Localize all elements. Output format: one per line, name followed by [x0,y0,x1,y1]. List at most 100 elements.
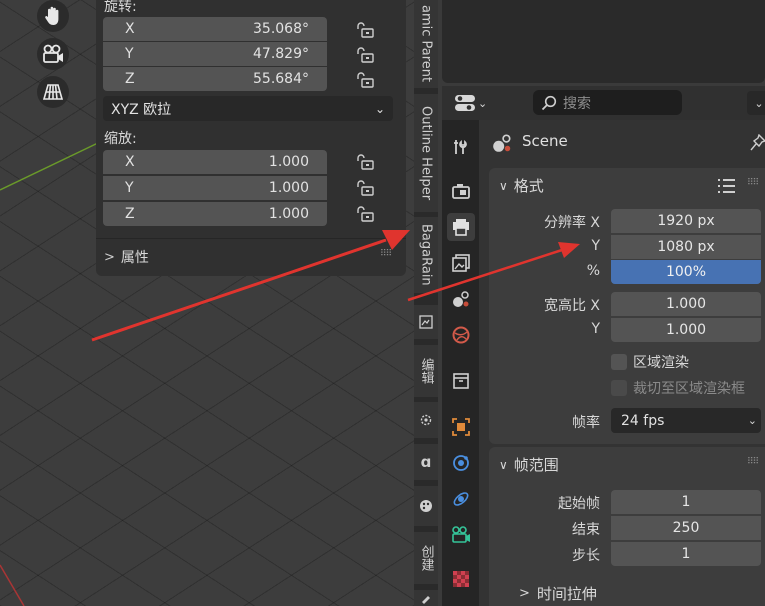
image-icon [419,315,433,329]
preset-list-icon[interactable] [717,177,737,195]
image-stack-icon [452,254,470,272]
scene-icon [453,291,469,307]
resolution-x-field[interactable]: 1920 px [611,209,761,233]
aspect-y-field[interactable]: 1.000 [611,318,761,342]
tab-data[interactable] [447,521,475,549]
grid-icon[interactable] [37,76,69,108]
checker-texture-icon [453,571,469,587]
format-panel-header[interactable]: ∨ 格式 [499,175,544,196]
tab-constraints[interactable] [447,485,475,513]
tab-create[interactable]: 创建 [414,532,438,584]
tab-dynamic-parent[interactable]: amic Parent [414,0,438,88]
resolution-y-label: Y [591,238,600,254]
axis-label: Y [125,46,134,62]
axis-label: X [125,21,135,37]
rotation-y-value: 47.829° [253,46,309,62]
chevron-down-icon: ∨ [499,178,508,193]
chevron-right-icon: > [519,586,530,601]
search-input[interactable]: 搜索 [533,90,682,115]
frame-rate-dropdown[interactable]: 24 fps ⌄ [611,408,761,433]
camera-icon[interactable] [37,38,69,70]
tab-texture[interactable] [447,565,475,593]
rotation-label: 旋转: [104,0,137,15]
collection-box-icon [453,373,469,389]
tab-plugin-a[interactable]: ɑ [414,444,438,480]
tab-tool-settings[interactable] [447,133,475,161]
frame-range-title: 帧范围 [513,456,559,474]
hand-icon[interactable] [37,0,69,32]
tab-plugin-b[interactable] [414,486,438,526]
tab-render[interactable] [447,177,475,205]
tab-scene[interactable] [447,285,475,313]
render-camera-icon [452,184,470,199]
unlock-icon[interactable] [355,47,375,63]
checkbox-box [611,380,627,396]
tool-icon [454,139,467,154]
frame-range-panel-header[interactable]: ∨ 帧范围 [499,454,559,475]
frame-end-field[interactable]: 250 [611,516,761,540]
drag-handle-icon[interactable]: ⠿⠿ [747,457,759,467]
axis-label: Z [125,71,135,87]
tab-bagarain[interactable]: BagaRain [414,217,438,293]
drag-handle-icon[interactable]: ⠿⠿ [747,178,759,188]
tab-label: 创建 [418,545,434,571]
resolution-y-field[interactable]: 1080 px [611,235,761,259]
frame-start-field[interactable]: 1 [611,490,761,514]
sidebar-tab-strip: amic Parent Outline Helper BagaRain 编辑 ɑ… [414,0,438,606]
axis-label: Y [125,180,134,196]
drag-handle-icon[interactable]: ⠿⠿ [380,249,392,259]
unlock-icon[interactable] [355,206,375,222]
tab-view-layer[interactable] [447,249,475,277]
scale-y-field[interactable]: Y 1.000 [103,176,327,200]
editor-type-dropdown[interactable]: ⌄ [454,91,494,115]
scale-y-value: 1.000 [268,180,309,196]
resolution-x-label: 分辨率 X [543,215,600,231]
time-stretch-subpanel-header[interactable]: > 时间拉伸 [519,583,597,604]
tab-world[interactable] [447,321,475,349]
unlock-icon[interactable] [355,180,375,196]
tab-item-icon[interactable] [414,305,438,339]
tab-edit[interactable]: 编辑 [414,345,438,397]
scale-z-value: 1.000 [268,206,309,222]
rotation-y-field[interactable]: Y 47.829° [103,42,327,66]
tab-object[interactable] [447,413,475,441]
scale-label: 缩放: [104,131,137,147]
pencil-icon [422,596,430,604]
tab-tool[interactable] [414,402,438,438]
outliner-area[interactable] [442,0,765,83]
tab-output[interactable] [447,213,475,241]
unlock-icon[interactable] [355,72,375,88]
properties-subpanel-header[interactable]: > 属性 [104,247,149,267]
tab-collection[interactable] [447,367,475,395]
crop-region-checkbox[interactable]: 裁切至区域渲染框 [611,378,745,398]
tab-physics[interactable] [447,449,475,477]
time-stretch-label: 时间拉伸 [536,585,597,603]
search-icon [541,95,557,110]
properties-content: Scene ∨ 格式 ⠿⠿ 分辨率 X 1920 px Y 1080 px % … [479,120,765,606]
scene-icon [493,134,511,152]
crop-region-label: 裁切至区域渲染框 [633,381,745,397]
rotation-z-field[interactable]: Z 55.684° [103,67,327,91]
rotation-x-field[interactable]: X 35.068° [103,17,327,41]
resolution-percent-slider[interactable]: 100% [611,260,761,284]
region-render-checkbox[interactable]: 区域渲染 [611,352,689,372]
tab-outline-helper[interactable]: Outline Helper [414,94,438,212]
frame-range-panel: ∨ 帧范围 ⠿⠿ 起始帧 1 结束 250 步长 1 > 时间拉伸 [489,447,765,606]
aspect-y-label: Y [591,321,600,337]
rotation-mode-dropdown[interactable]: XYZ 欧拉 ⌄ [103,96,393,121]
tab-label: 编辑 [418,358,434,384]
options-dropdown[interactable]: ⌄ [747,91,765,115]
tab-label: BagaRain [418,224,434,286]
tab-more[interactable] [414,590,438,606]
unlock-icon[interactable] [355,22,375,38]
frame-step-field[interactable]: 1 [611,542,761,566]
scale-x-field[interactable]: X 1.000 [103,150,327,174]
object-square-icon [452,418,470,436]
chevron-down-icon: ⌄ [478,96,488,110]
gear-icon [420,414,432,426]
scale-z-field[interactable]: Z 1.000 [103,202,327,226]
aspect-x-field[interactable]: 1.000 [611,292,761,316]
pin-icon[interactable] [750,134,765,152]
world-icon [452,326,470,344]
unlock-icon[interactable] [355,154,375,170]
